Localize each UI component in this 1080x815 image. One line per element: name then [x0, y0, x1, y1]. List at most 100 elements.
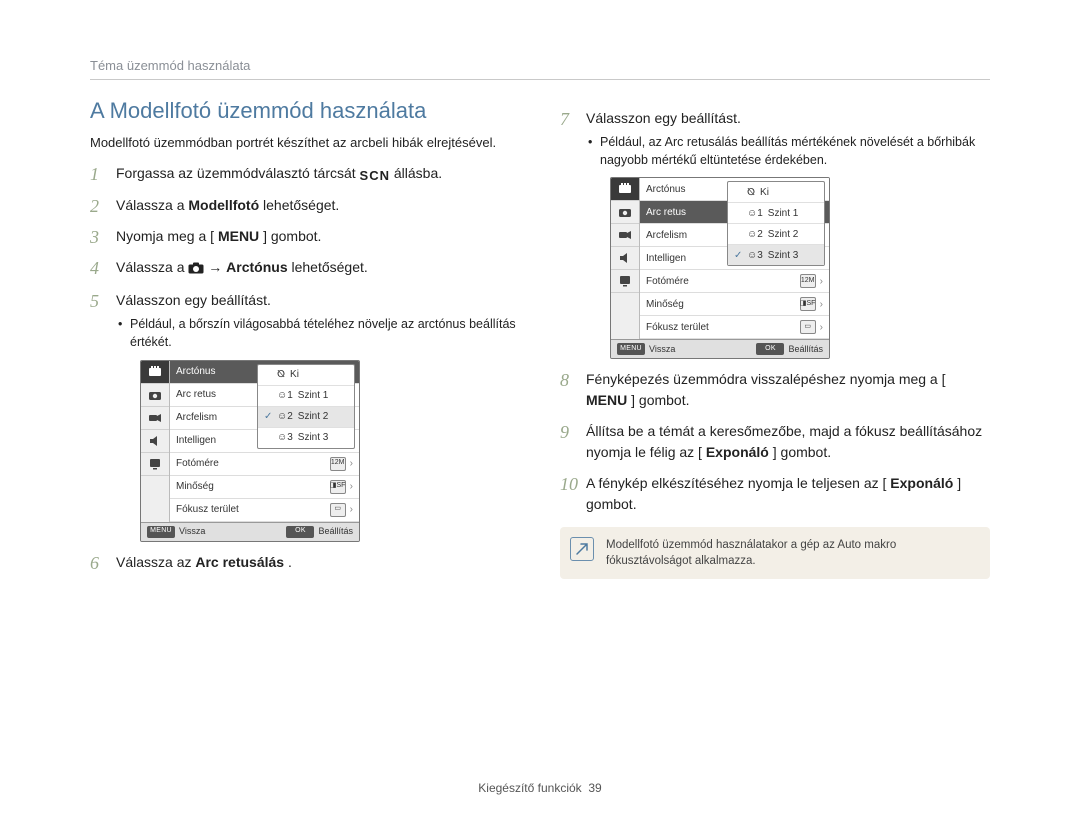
step-5-note: Például, a bőrszín világosabbá tételéhez…	[116, 315, 520, 351]
lcd1-menu-label: MENU	[147, 526, 175, 538]
step-2-bold: Modellfotó	[188, 197, 259, 213]
step-10-bold: Exponáló	[890, 475, 953, 491]
step-7-text: Válasszon egy beállítást.	[586, 110, 741, 126]
step-2: 2 Válassza a Modellfotó lehetőséget.	[90, 195, 520, 216]
menu-icon: MENU	[218, 228, 259, 244]
step-9: 9 Állítsa be a témát a keresőmezőbe, maj…	[560, 421, 990, 463]
step-4-arrow: →	[208, 259, 226, 275]
lcd1-row-4: Fotómére	[176, 456, 324, 471]
face-1-icon: ☺1	[747, 206, 763, 221]
lcd1-row-5: Minőség	[176, 479, 324, 494]
step-3-text-a: Nyomja meg a [	[116, 228, 214, 244]
step-10-text-a: A fénykép elkészítéséhez nyomja le telje…	[586, 475, 886, 491]
step-5-text: Válasszon egy beállítást.	[116, 292, 271, 308]
step-7: 7 Válasszon egy beállítást. Például, az …	[560, 108, 990, 359]
lcd-screenshot-2: Arctónus Arc retus Arcfelism Intelligen …	[610, 177, 830, 359]
steps-left: 1 Forgassa az üzemmódválasztó tárcsát SC…	[90, 163, 520, 573]
step-6-text-c: .	[288, 554, 292, 570]
step-6-bold: Arc retusálás	[195, 554, 284, 570]
lcd2-row-6: Fókusz terület	[646, 320, 794, 335]
lcd-screenshot-1: Arctónus Arc retus Arcfelism Intelligen …	[140, 360, 360, 542]
camera-tab-icon	[611, 201, 639, 224]
video-tab-icon	[141, 407, 169, 430]
lcd1-menu-list: Arctónus Arc retus Arcfelism Intelligen …	[170, 361, 359, 522]
step-6: 6 Válassza az Arc retusálás .	[90, 552, 520, 573]
face-2-icon: ☺2	[747, 227, 763, 242]
step-1-text-a: Forgassa az üzemmódválasztó tárcsát	[116, 165, 360, 181]
footer-section: Kiegészítő funkciók	[478, 781, 581, 795]
lcd2-popup-2: Szint 2	[768, 227, 799, 242]
intro-text: Modellfotó üzemmódban portrét készíthet …	[90, 134, 520, 153]
camera-tab-icon	[141, 384, 169, 407]
page-footer: Kiegészítő funkciók 39	[0, 781, 1080, 795]
step-8-text-b: ] gombot.	[631, 392, 689, 408]
step-4-text-c: lehetőséget.	[292, 259, 368, 275]
check-icon: ✓	[264, 409, 272, 424]
info-note-text: Modellfotó üzemmód használatakor a gép a…	[606, 539, 896, 567]
lcd2-ok: Beállítás	[788, 343, 823, 357]
face-off-icon: ⦰	[277, 367, 285, 382]
step-6-text-a: Válassza az	[116, 554, 195, 570]
lcd2-menu-list: Arctónus Arc retus Arcfelism Intelligen …	[640, 178, 829, 339]
lcd1-popup: ⦰Ki ☺1Szint 1 ✓☺2Szint 2 ☺3Szint 3	[257, 364, 355, 449]
step-5: 5 Válasszon egy beállítást. Például, a b…	[90, 290, 520, 541]
sound-tab-icon	[141, 430, 169, 453]
step-3-text-b: ] gombot.	[263, 228, 321, 244]
lcd2-side-icons	[611, 178, 640, 339]
step-7-note: Például, az Arc retusálás beállítás mért…	[586, 133, 990, 169]
lcd1-ok-label: OK	[286, 526, 314, 538]
lcd2-popup: ⦰ Ki ☺1 Szint 1 ☺2 Szint 2 ✓ ☺3 Szint 3	[727, 181, 825, 266]
face-off-icon: ⦰	[747, 185, 755, 200]
menu-icon: MENU	[586, 392, 627, 408]
lcd1-row-6: Fókusz terület	[176, 502, 324, 517]
lcd1-popup-3: Szint 3	[298, 430, 329, 445]
face-1-icon: ☺1	[277, 388, 293, 403]
display-tab-icon	[141, 453, 169, 476]
lcd1-side-icons	[141, 361, 170, 522]
column-right: 7 Válasszon egy beállítást. Például, az …	[560, 98, 990, 583]
step-3: 3 Nyomja meg a [ MENU ] gombot.	[90, 226, 520, 247]
step-4: 4 Válassza a → Arctónus lehetőséget.	[90, 257, 520, 280]
step-2-text-a: Válassza a	[116, 197, 188, 213]
lcd2-popup-3: Szint 3	[768, 248, 799, 263]
lcd1-back: Vissza	[179, 525, 205, 539]
section-title: A Modellfotó üzemmód használata	[90, 98, 520, 124]
scene-tab-icon	[141, 361, 169, 384]
step-9-bold: Exponáló	[706, 444, 769, 460]
step-4-bold: Arctónus	[226, 259, 287, 275]
lcd2-popup-1: Szint 1	[768, 206, 799, 221]
face-3-icon: ☺3	[747, 248, 763, 263]
info-note: Modellfotó üzemmód használatakor a gép a…	[560, 527, 990, 579]
step-5-bullet: Például, a bőrszín világosabbá tételéhez…	[116, 315, 520, 351]
lcd1-popup-1: Szint 1	[298, 388, 329, 403]
step-9-text-c: ] gombot.	[773, 444, 831, 460]
scene-tab-icon	[611, 178, 639, 201]
scn-icon: SCN	[360, 166, 390, 186]
step-8-text-a: Fényképezés üzemmódra visszalépéshez nyo…	[586, 371, 946, 387]
column-left: A Modellfotó üzemmód használata Modellfo…	[90, 98, 520, 583]
step-10: 10 A fénykép elkészítéséhez nyomja le te…	[560, 473, 990, 515]
check-icon: ✓	[734, 248, 742, 263]
step-2-text-c: lehetőséget.	[263, 197, 339, 213]
step-8: 8 Fényképezés üzemmódra visszalépéshez n…	[560, 369, 990, 411]
display-tab-icon	[611, 270, 639, 293]
face-2-icon: ☺2	[277, 409, 293, 424]
steps-right: 7 Válasszon egy beállítást. Például, az …	[560, 108, 990, 515]
lcd2-row-5: Minőség	[646, 297, 794, 312]
lcd2-row-4: Fotómére	[646, 274, 794, 289]
lcd2-popup-0: Ki	[760, 185, 769, 200]
footer-page: 39	[588, 781, 601, 795]
sound-tab-icon	[611, 247, 639, 270]
info-icon	[570, 537, 594, 561]
lcd1-footer: MENUVissza OKBeállítás	[141, 522, 359, 541]
step-1-text-b: állásba.	[394, 165, 442, 181]
content-columns: A Modellfotó üzemmód használata Modellfo…	[90, 98, 990, 583]
lcd2-ok-label: OK	[756, 343, 784, 355]
video-tab-icon	[611, 224, 639, 247]
step-7-bullet: Például, az Arc retusálás beállítás mért…	[586, 133, 990, 169]
lcd2-footer: MENU Vissza OK Beállítás	[611, 339, 829, 358]
lcd2-menu-label: MENU	[617, 343, 645, 355]
breadcrumb: Téma üzemmód használata	[90, 58, 990, 80]
lcd2-back: Vissza	[649, 343, 675, 357]
face-3-icon: ☺3	[277, 430, 293, 445]
